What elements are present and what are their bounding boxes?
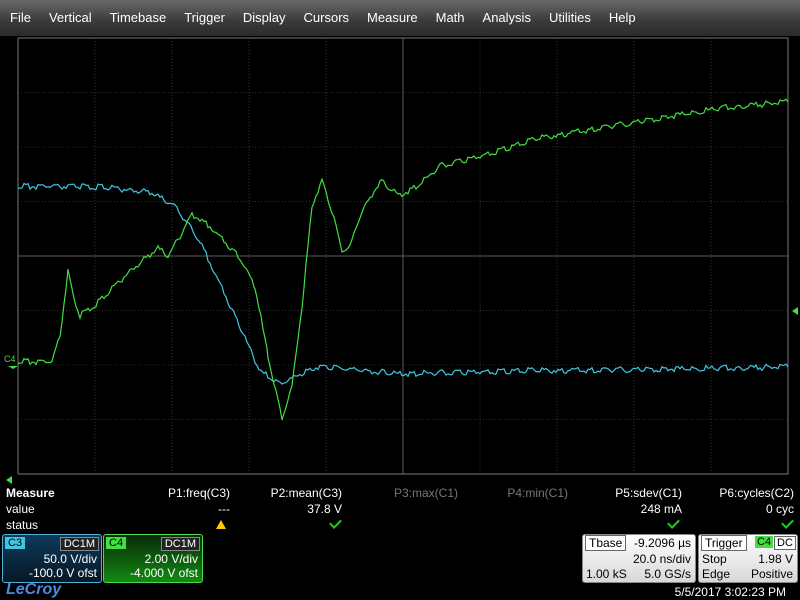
info-bar: C3 DC1M 50.0 V/div -100.0 V ofst C4 DC1M… (0, 534, 800, 600)
menu-help[interactable]: Help (599, 0, 644, 36)
menu-trigger[interactable]: Trigger (174, 0, 233, 36)
menu-file[interactable]: File (0, 0, 39, 36)
channel-c3-descriptor[interactable]: C3 DC1M 50.0 V/div -100.0 V ofst (2, 534, 102, 583)
trigger-level: 1.98 V (758, 552, 793, 566)
check-icon (781, 516, 794, 529)
menu-measure[interactable]: Measure (357, 0, 426, 36)
check-icon (667, 516, 680, 529)
param-value-p5: 248 mA (640, 502, 682, 516)
trigger-slope: Positive (750, 567, 793, 581)
measure-title: Measure (6, 486, 55, 500)
timebase-label: Tbase (585, 535, 627, 551)
timebase-delay: -9.2096 µs (634, 536, 691, 550)
c3-vdiv: 50.0 V/div (43, 552, 97, 566)
c3-coupling: DC1M (59, 537, 99, 551)
menu-bar: File Vertical Timebase Trigger Display C… (0, 0, 800, 37)
trigger-type: Edge (702, 567, 731, 581)
param-label-p4[interactable]: P4:min(C1) (448, 486, 568, 500)
timestamp: 5/5/2017 3:02:23 PM (674, 585, 786, 599)
status-row-label: status (6, 518, 39, 532)
menu-vertical[interactable]: Vertical (39, 0, 100, 36)
timebase-descriptor[interactable]: Tbase -9.2096 µs 20.0 ns/div 1.00 kS 5.0… (582, 534, 696, 583)
timebase-tdiv: 20.0 ns/div (632, 552, 691, 566)
warn-icon (216, 520, 226, 529)
c4-tag: C4 (106, 537, 127, 549)
brand-logo: LeCroy (6, 581, 62, 598)
trigger-mode: Stop (702, 552, 727, 566)
param-label-p2[interactable]: P2:mean(C3) (222, 486, 342, 500)
check-icon (329, 516, 342, 529)
param-label-p6[interactable]: P6:cycles(C2) (674, 486, 794, 500)
trigger-coupling: DC (774, 536, 796, 550)
trigger-source: C4 (755, 536, 774, 548)
param-label-p1[interactable]: P1:freq(C3) (110, 486, 230, 500)
menu-timebase[interactable]: Timebase (100, 0, 175, 36)
timebase-samples: 1.00 kS (586, 567, 627, 581)
param-value-p6: 0 cyc (765, 502, 794, 516)
value-row-label: value (6, 502, 35, 516)
menu-cursors[interactable]: Cursors (294, 0, 358, 36)
graticule (17, 37, 789, 475)
c3-tag: C3 (5, 537, 26, 549)
waveform-display[interactable]: C4 (0, 36, 800, 484)
c4-offset: -4.000 V ofst (129, 566, 198, 580)
menu-math[interactable]: Math (426, 0, 473, 36)
c4-ground-marker-label: C4 (4, 354, 16, 364)
waveform-svg: C4 (4, 37, 798, 484)
menu-utilities[interactable]: Utilities (539, 0, 599, 36)
timebase-rate: 5.0 GS/s (644, 567, 691, 581)
trigger-position-marker[interactable] (6, 476, 12, 484)
param-label-p3[interactable]: P3:max(C1) (338, 486, 458, 500)
c4-ground-marker[interactable] (8, 366, 18, 369)
menu-analysis[interactable]: Analysis (473, 0, 539, 36)
param-value-p1: --- (218, 502, 230, 516)
c3-offset: -100.0 V ofst (28, 566, 97, 580)
menu-display[interactable]: Display (233, 0, 294, 36)
c4-coupling: DC1M (160, 537, 200, 551)
measure-panel: Measure P1:freq(C3) P2:mean(C3) P3:max(C… (0, 484, 800, 534)
param-label-p5[interactable]: P5:sdev(C1) (562, 486, 682, 500)
c4-vdiv: 2.00 V/div (144, 552, 198, 566)
trigger-label: Trigger (701, 535, 747, 551)
param-value-p2: 37.8 V (307, 502, 342, 516)
channel-c4-descriptor[interactable]: C4 DC1M 2.00 V/div -4.000 V ofst (103, 534, 203, 583)
trigger-level-marker[interactable] (792, 307, 798, 315)
trigger-descriptor[interactable]: Trigger C4 DC Stop 1.98 V Edge Positive (698, 534, 798, 583)
